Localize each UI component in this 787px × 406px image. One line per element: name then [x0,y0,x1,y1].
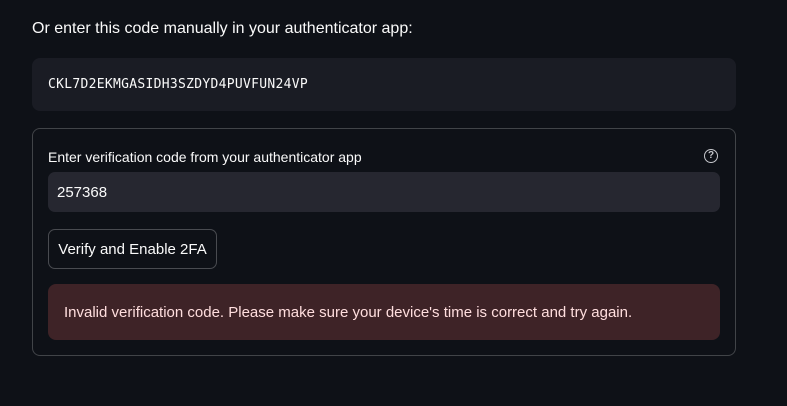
two-factor-setup-page: Or enter this code manually in your auth… [0,0,787,406]
verification-form: Enter verification code from your authen… [32,128,736,356]
manual-code-instruction: Or enter this code manually in your auth… [32,20,413,37]
error-message: Invalid verification code. Please make s… [64,303,633,321]
question-circle-icon[interactable]: ? [704,149,718,163]
secret-code-text: CKL7D2EKMGASIDH3SZDYD4PUVFUN24VP [48,77,309,92]
secret-code-box: CKL7D2EKMGASIDH3SZDYD4PUVFUN24VP [32,58,736,111]
verification-code-label: Enter verification code from your authen… [48,149,362,165]
verify-and-enable-2fa-button[interactable]: Verify and Enable 2FA [48,229,217,269]
verification-code-input[interactable] [48,172,720,212]
error-alert: Invalid verification code. Please make s… [48,284,720,340]
